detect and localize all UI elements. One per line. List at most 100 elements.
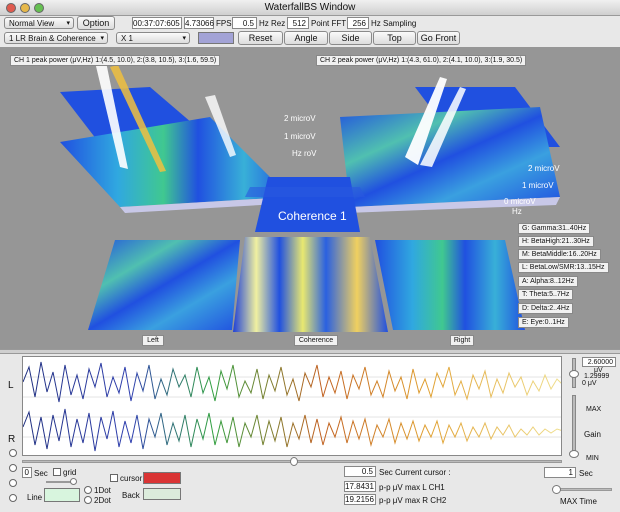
back-label: Back [122,491,140,500]
view-radio-3[interactable] [9,479,17,487]
angle-button[interactable]: Angle [284,31,328,45]
ch1-ylabel-1uv: 1 microV [284,132,316,141]
coherence-title: Coherence 1 [278,209,347,223]
right-bottom-panel [375,240,525,330]
ch2-ylabel-0uv: 0 microV [504,197,536,206]
view-radio-2[interactable] [9,464,17,472]
ch1-peak-title: CH 1 peak power (μV,Hz) 1:(4.5, 10.0), 2… [10,55,221,66]
ch1-ylabel-2uv: 2 microV [284,114,316,123]
fps-field: 4.73066 [184,17,214,29]
scale-select[interactable]: X 1 ▾ [116,32,190,44]
max-time-slider-track[interactable] [556,488,612,491]
grid-label: grid [63,468,77,477]
scale-value: X 1 [121,34,134,43]
center-bottom-panel [233,237,388,332]
right-panel-label: Right [450,335,474,346]
band-eye: E: Eye:0..1Hz [518,317,569,328]
uv-slider-thumb[interactable] [569,370,579,378]
ch2-pp-field: 19.2156 [344,494,376,505]
fps-label: FPS [216,19,232,28]
minimize-window-button[interactable] [20,3,30,13]
ch1-waveform [23,361,561,403]
right-channel-label: R [8,434,16,445]
dot1-label: 1Dot [94,486,111,495]
fft-label: Point FFT [311,19,347,28]
view-radio-1[interactable] [9,449,17,457]
grid-slider-thumb[interactable] [70,478,77,485]
time-scroll-thumb[interactable] [290,457,298,466]
close-window-button[interactable] [6,3,16,13]
view-radio-4[interactable] [9,494,17,502]
pane-splitter[interactable] [0,349,620,354]
sampling-rate-field[interactable]: 256 [347,17,369,29]
sec-field[interactable]: 0 [22,467,32,478]
line-label: Line [27,493,43,502]
max-time-label: MAX Time [560,497,597,506]
band-beta-middle: M: BetaMiddle:16..20Hz [518,249,601,260]
back-color-swatch[interactable] [143,488,181,500]
go-front-button[interactable]: Go Front [417,31,460,45]
coherence-floor [245,187,365,197]
reset-button[interactable]: Reset [238,31,283,45]
current-cursor-label: Sec Current cursor : [379,468,451,477]
sec-label: Sec [34,469,48,478]
grid-checkbox[interactable] [53,468,61,476]
cursor-color-swatch[interactable] [143,472,181,484]
gain-min-label: MIN [586,455,599,462]
zero-uv-label: 0 μV [582,380,597,387]
waveform-canvas [23,361,561,452]
montage-value: 1 LR Brain & Coherence [9,34,96,43]
ch2-ylabel-hz: Hz [512,207,522,216]
ch2-pp-label: p-p μV max R CH2 [379,496,447,505]
coherence-top-surface [255,177,360,232]
dot2-radio[interactable] [84,496,92,504]
ch2-peak-title: CH 2 peak power (μV,Hz) 1:(4.3, 61.0), 2… [316,55,527,66]
band-theta: T: Theta:5..7Hz [518,289,574,300]
ch1-ylabel-hz: Hz roV [292,149,317,158]
eeg-waveform-plot[interactable] [22,356,562,456]
gain-slider-thumb[interactable] [569,450,579,458]
hz-rez-field[interactable]: 0.5 [232,17,257,29]
left-panel-label: Left [142,335,164,346]
band-gamma: G: Gamma:31..40Hz [518,223,591,234]
hz-rez-label: Hz Rez [259,19,286,28]
option-button[interactable]: Option [77,16,115,30]
montage-select[interactable]: 1 LR Brain & Coherence ▾ [4,32,108,44]
title-bar: WaterfallBS Window [0,0,620,16]
view-mode-value: Normal View [9,19,55,28]
left-bottom-panel [88,240,240,330]
band-beta-low: L: BetaLow/SMR:13..15Hz [518,262,609,273]
coherence-panel-label: Coherence [294,335,338,346]
sampling-label: Hz Sampling [371,19,417,28]
max-time-slider-thumb[interactable] [552,485,561,494]
cursor-checkbox[interactable] [110,474,118,482]
ch1-pp-field: 17.8431 [344,481,376,492]
color-swatch-button[interactable] [198,32,234,44]
ch2-waveform [23,408,561,452]
view-mode-select[interactable]: Normal View ▾ [4,17,74,29]
gain-max-label: MAX [586,406,602,413]
elapsed-time-field: 00:37:07:605 [132,17,182,29]
chevron-down-icon: ▾ [100,35,104,42]
ch2-ylabel-2uv: 2 microV [528,164,560,173]
chevron-down-icon: ▾ [66,20,70,27]
max-time-field[interactable]: 1 [544,467,576,478]
dot2-label: 2Dot [94,496,111,505]
top-button[interactable]: Top [373,31,416,45]
dot1-radio[interactable] [84,486,92,494]
uv-mid-value: 1.29999 [584,373,610,380]
window-title: WaterfallBS Window [264,2,356,13]
side-button[interactable]: Side [329,31,372,45]
fft-points-field[interactable]: 512 [287,17,309,29]
gain-label: Gain [584,430,601,439]
ch2-ylabel-1uv: 1 microV [522,181,554,190]
gain-slider-track[interactable] [572,395,576,455]
waterfall-3d-view[interactable]: CH 1 peak power (μV,Hz) 1:(4.5, 10.0), 2… [0,47,620,349]
zoom-window-button[interactable] [34,3,44,13]
ch1-pp-label: p-p μV max L CH1 [379,483,445,492]
max-uv-field[interactable]: 2.60000 [582,357,616,367]
cursor-sec-field[interactable]: 0.5 [344,466,376,477]
chevron-down-icon: ▾ [182,35,186,42]
line-color-swatch[interactable] [44,488,80,502]
left-channel-label: L [8,380,14,391]
